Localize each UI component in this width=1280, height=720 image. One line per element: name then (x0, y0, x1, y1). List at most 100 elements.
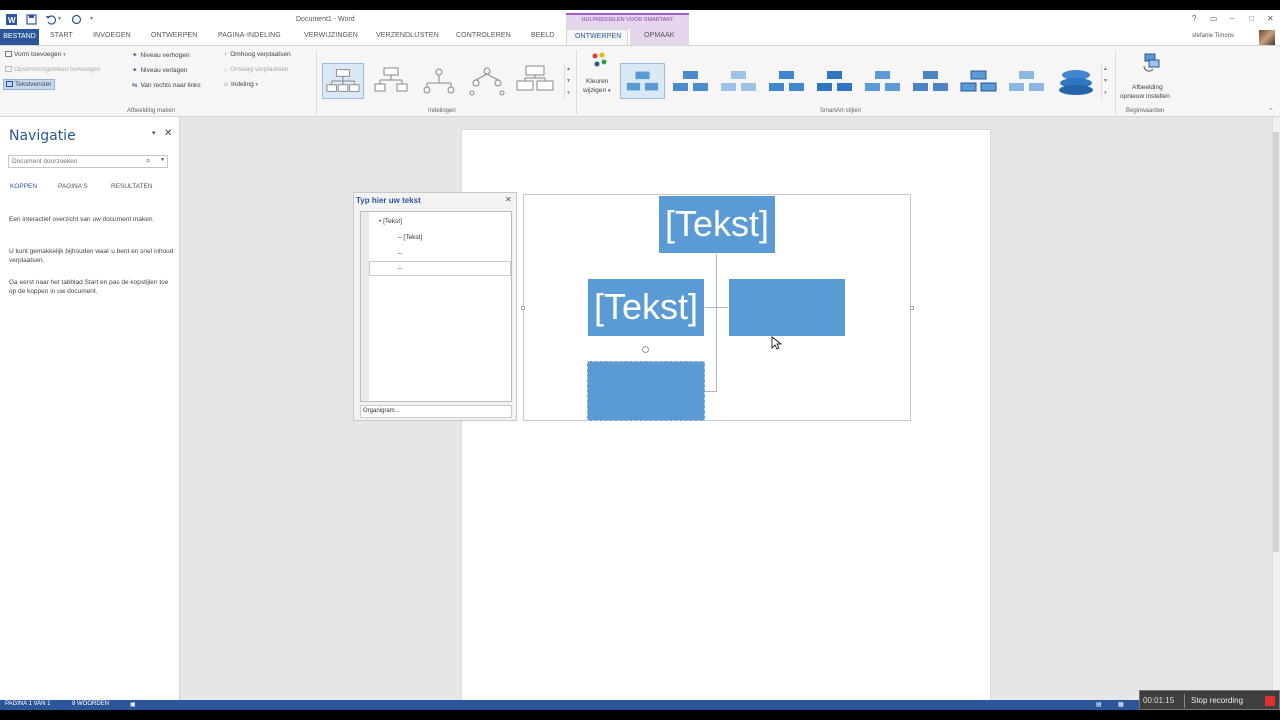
bullet-icon (5, 66, 12, 72)
layout-option-org-chart[interactable] (322, 63, 364, 99)
recording-separator (1184, 694, 1185, 708)
record-stop-icon[interactable] (1265, 696, 1275, 706)
undo-icon[interactable] (45, 14, 56, 25)
style-option-8[interactable] (956, 63, 1001, 99)
style-option-2[interactable] (668, 63, 713, 99)
layout-button[interactable]: ⌂ Indeling ▾ (224, 81, 258, 88)
avatar[interactable] (1259, 30, 1275, 45)
tab-mailings[interactable]: VERZENDLIJSTEN (376, 32, 439, 39)
tab-design[interactable]: ONTWERPEN (151, 32, 197, 39)
style-option-9[interactable] (1004, 63, 1049, 99)
smartart-shape-bottom-selected[interactable] (587, 361, 705, 421)
maximize-button[interactable]: □ (1249, 14, 1254, 23)
svg-text:W: W (8, 16, 16, 25)
stop-recording-button[interactable]: Stop recording (1191, 696, 1243, 705)
move-up-button[interactable]: ↑ Omhoog verplaatsen (224, 51, 291, 58)
reset-graphic-label-1: Afbeelding (1132, 84, 1163, 91)
rotate-handle-icon[interactable] (642, 346, 649, 353)
style-option-3[interactable] (716, 63, 761, 99)
print-layout-icon[interactable]: ▦ (1118, 701, 1124, 708)
smartart-canvas[interactable]: [Tekst] [Tekst] (521, 194, 914, 421)
read-mode-icon[interactable]: ▤ (1096, 701, 1102, 708)
save-icon[interactable] (26, 14, 37, 25)
tab-smartart-design[interactable]: ONTWERPEN (566, 29, 628, 46)
arrow-up-icon: ↑ (224, 51, 228, 58)
resize-handle[interactable] (521, 306, 525, 310)
styles-gallery-scroll[interactable]: ▲ ▼ ▾ (1101, 63, 1109, 99)
ribbon-tabs: BESTAND START INVOEGEN ONTWERPEN PAGINA-… (0, 29, 1280, 46)
tab-results[interactable]: RESULTATEN (111, 183, 153, 190)
demote-button[interactable]: ✦ Niveau verlagen (132, 66, 187, 74)
undo-dropdown-icon[interactable]: ▾ (58, 15, 61, 22)
close-text-pane-icon[interactable]: ✕ (505, 195, 512, 204)
tab-view[interactable]: BEELD (531, 32, 554, 39)
smartart-shape-top[interactable]: [Tekst] (658, 195, 776, 254)
text-pane-editor[interactable]: • [Tekst] – [Tekst] – – (360, 211, 512, 402)
move-down-button[interactable]: ↓ Omlaag verplaatsen (224, 66, 288, 73)
arrow-down-icon: ↓ (224, 66, 228, 73)
connector-line (705, 307, 729, 308)
text-pane-bullet: – (398, 265, 402, 272)
right-to-left-button[interactable]: ⇆ Van rechts naar links (132, 81, 201, 89)
text-pane-item-selected[interactable]: – (369, 261, 511, 276)
text-pane-item[interactable]: – [Tekst] (398, 234, 422, 241)
text-pane-button[interactable]: Tekstvenster (3, 79, 55, 90)
scrollbar-thumb[interactable] (1273, 132, 1279, 552)
tab-references[interactable]: VERWIJZINGEN (304, 32, 358, 39)
tab-headings[interactable]: KOPPEN (10, 183, 37, 190)
layout-option-hierarchy[interactable] (466, 63, 508, 99)
close-navigation-icon[interactable]: ✕ (164, 128, 172, 139)
style-option-7[interactable] (908, 63, 953, 99)
collapse-ribbon-icon[interactable]: ⌃ (1268, 107, 1274, 115)
add-bullet-button[interactable]: Opsommingsteken toevoegen (5, 66, 100, 73)
tab-page-layout[interactable]: PAGINA-INDELING (218, 32, 281, 39)
text-pane-item[interactable]: • [Tekst] (379, 218, 402, 225)
recording-timer: 00:01:15 (1143, 696, 1175, 705)
add-shape-button[interactable]: Vorm toevoegen ▾ (5, 51, 66, 58)
promote-button[interactable]: ✦ Niveau verhogen (132, 51, 190, 59)
minimize-button[interactable]: – (1230, 14, 1234, 23)
style-option-5[interactable] (812, 63, 857, 99)
tab-file[interactable]: BESTAND (0, 29, 39, 45)
contextual-tab-group: HULPMIDDELEN VOOR SMARTART (566, 13, 689, 29)
tab-start[interactable]: START (50, 32, 73, 39)
smartart-shape-left[interactable]: [Tekst] (587, 278, 705, 337)
tab-smartart-format[interactable]: OPMAAK (630, 29, 689, 45)
resize-handle[interactable] (910, 306, 914, 310)
style-option-4[interactable] (764, 63, 809, 99)
recording-widget: 00:01:15 Stop recording (1139, 690, 1280, 710)
user-name[interactable]: stefanie Timons (1192, 33, 1234, 39)
tab-review[interactable]: CONTROLEREN (456, 32, 511, 39)
tab-pages[interactable]: PAGINA'S (58, 183, 88, 190)
search-icon[interactable]: ⌕ (146, 156, 150, 166)
text-pane-title: Typ hier uw tekst (356, 196, 421, 205)
group-label-layouts: Indelingen (428, 108, 456, 114)
layout-option-half-circle[interactable] (418, 63, 460, 99)
text-pane-footer-link[interactable]: Organigram... (360, 405, 512, 418)
change-colors-button[interactable]: Kleuren wijzigen ▾ (583, 52, 615, 104)
search-dropdown-icon[interactable]: ▾ (161, 156, 164, 163)
proofing-icon[interactable]: ▣ (130, 701, 136, 708)
style-option-10[interactable] (1052, 63, 1097, 99)
smartart-shape-right[interactable] (728, 278, 846, 337)
layout-option-labeled[interactable] (514, 63, 556, 99)
ribbon-display-button[interactable]: ▭ (1210, 14, 1218, 23)
group-label-styles: SmartArt-stijlen (820, 108, 862, 114)
contextual-group-label: HULPMIDDELEN VOOR SMARTART (581, 17, 674, 23)
redo-icon[interactable] (71, 14, 82, 25)
text-pane-item[interactable]: – (398, 250, 402, 257)
page-count[interactable]: PAGINA 1 VAN 1 (5, 701, 50, 707)
search-input[interactable] (8, 155, 168, 168)
tab-insert[interactable]: INVOEGEN (93, 32, 131, 39)
tab-smartart-format-label: OPMAAK (644, 32, 675, 39)
close-button[interactable]: ✕ (1267, 14, 1274, 23)
help-button[interactable]: ? (1192, 14, 1196, 23)
word-count[interactable]: 8 WOORDEN (72, 701, 109, 707)
customize-qat-icon[interactable]: ▾ (90, 15, 93, 22)
style-option-6[interactable] (860, 63, 905, 99)
layouts-gallery-scroll[interactable]: ▲ ▼ ▾ (564, 63, 572, 99)
pane-options-icon[interactable]: ▾ (152, 129, 156, 137)
layout-option-name-title[interactable] (370, 63, 412, 99)
style-option-1[interactable] (620, 63, 665, 99)
reset-graphic-button[interactable]: Afbeelding opnieuw instellen (1119, 50, 1185, 104)
